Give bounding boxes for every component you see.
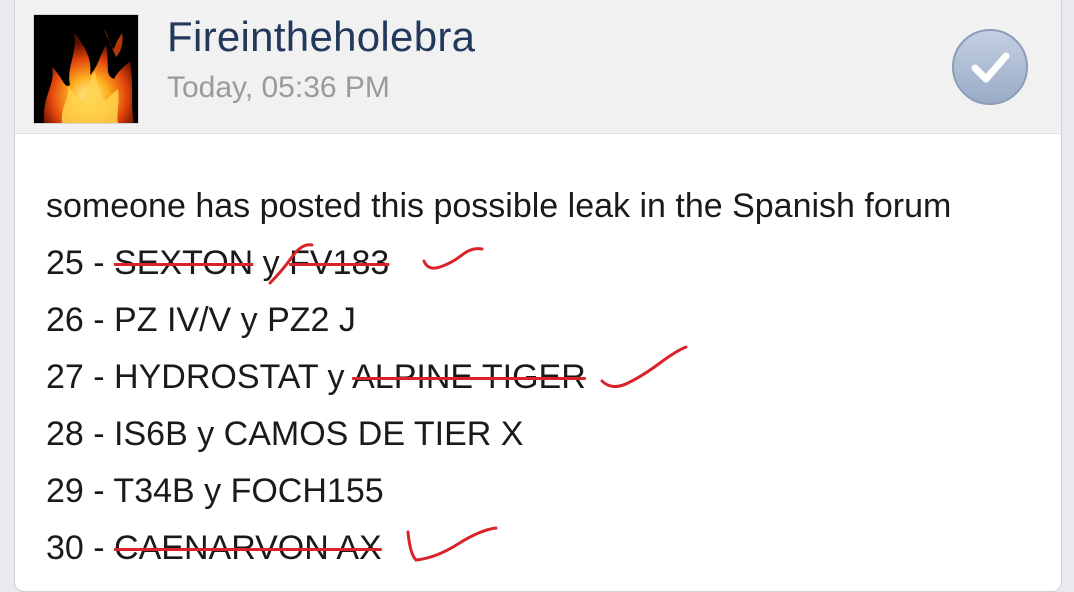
username[interactable]: Fireintheholebra: [167, 13, 475, 61]
list-item: 30 - CAENARVON AX: [46, 520, 1036, 577]
list-item: 29 - T34B y FOCH155: [46, 463, 1036, 520]
item-name: T34B: [113, 472, 195, 510]
checkmark-icon: [952, 29, 1028, 105]
item-name: HYDROSTAT: [114, 358, 319, 396]
list-item: 28 - IS6B y CAMOS DE TIER X: [46, 406, 1036, 463]
item-separator: y: [187, 415, 224, 453]
red-check-mark-icon: [600, 345, 688, 388]
red-check-mark-icon: [268, 243, 314, 285]
red-check-mark-icon: [406, 526, 498, 562]
item-separator: y: [318, 358, 353, 396]
list-item: 25 - SEXTON y FV183: [46, 235, 1036, 292]
list-item: 27 - HYDROSTAT y ALPINE TIGER: [46, 345, 1036, 406]
fire-icon: [34, 15, 138, 123]
item-name: IS6B: [114, 415, 188, 453]
checkmark-button[interactable]: [951, 28, 1029, 106]
post-body: someone has posted this possible leak in…: [46, 178, 1036, 577]
item-separator: y: [194, 472, 231, 510]
item-number: 25 -: [46, 244, 115, 282]
item-name: SEXTON: [114, 244, 254, 282]
item-name: PZ IV/V: [114, 301, 232, 339]
item-name: CAENARVON AX: [114, 529, 382, 567]
post-timestamp: Today, 05:36 PM: [167, 71, 390, 104]
item-separator: y: [231, 301, 268, 339]
item-name: ALPINE TIGER: [352, 358, 586, 396]
post-intro-text: someone has posted this possible leak in…: [46, 187, 952, 225]
red-check-mark-icon: [422, 247, 484, 270]
item-number: 29 -: [46, 472, 114, 510]
post-header: Fireintheholebra Today, 05:36 PM: [15, 0, 1061, 134]
item-number: 28 -: [46, 415, 115, 453]
item-name: FOCH155: [230, 472, 384, 510]
list-item: 26 - PZ IV/V y PZ2 J: [46, 292, 1036, 349]
item-name: PZ2 J: [267, 301, 356, 339]
item-number: 27 -: [46, 358, 115, 396]
item-number: 30 -: [46, 529, 115, 567]
avatar[interactable]: [33, 14, 139, 124]
item-name: CAMOS DE TIER X: [223, 415, 524, 453]
item-number: 26 -: [46, 301, 115, 339]
